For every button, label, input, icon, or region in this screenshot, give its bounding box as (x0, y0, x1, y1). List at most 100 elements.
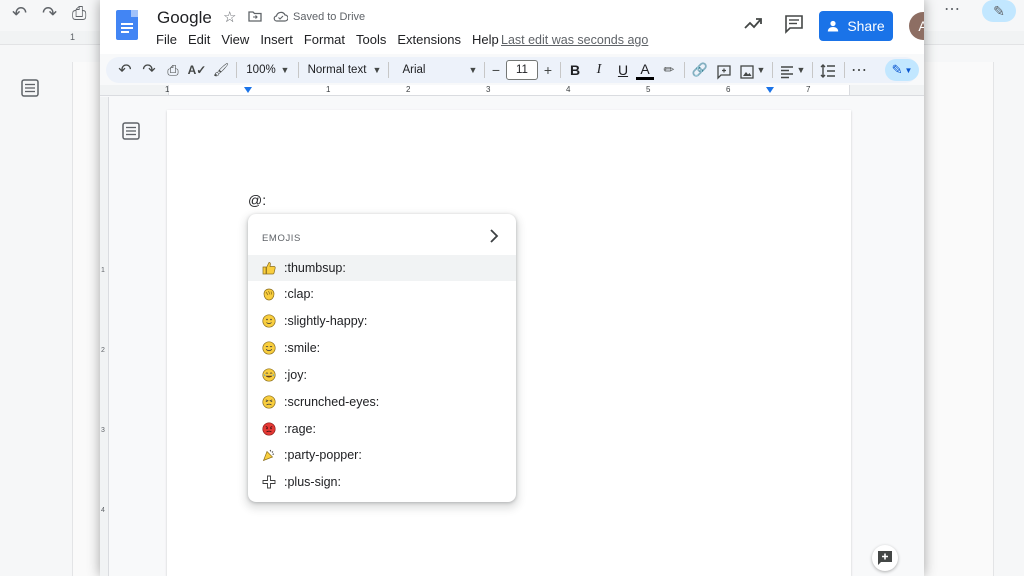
add-comment-icon[interactable] (717, 63, 731, 81)
style-dropdown-icon[interactable]: ▼ (372, 61, 382, 79)
scrunched-eyes-icon (262, 395, 276, 409)
insert-link-icon[interactable]: 🔗 (690, 61, 710, 79)
emoji-option-thumbsup[interactable]: :thumbsup: (248, 255, 516, 281)
emoji-option-joy[interactable]: :joy: (248, 362, 516, 388)
bold-button[interactable]: B (566, 61, 584, 79)
document-title[interactable]: Google (157, 8, 212, 28)
menu-edit[interactable]: Edit (188, 32, 210, 47)
text-color-button[interactable]: A (636, 60, 654, 80)
emoji-label: :slightly-happy: (284, 314, 368, 328)
outline-icon (21, 79, 39, 97)
right-indent-marker[interactable] (766, 87, 774, 93)
vertical-ruler-number: 3 (101, 427, 105, 434)
toolbar-divider (484, 62, 485, 78)
print-icon: ⎙ (72, 3, 87, 23)
clap-icon (263, 288, 275, 301)
toolbar-divider (844, 62, 845, 78)
emoji-label: :joy: (284, 368, 307, 382)
vertical-ruler: 1 2 3 4 (100, 97, 109, 576)
emoji-option-scrunched-eyes[interactable]: :scrunched-eyes: (248, 389, 516, 415)
toolbar-divider (236, 62, 237, 78)
background-page (924, 62, 994, 576)
menu-tools[interactable]: Tools (356, 32, 386, 47)
add-comment-icon (878, 551, 892, 565)
toolbar-divider (684, 62, 685, 78)
emoji-option-rage[interactable]: :rage: (248, 416, 516, 442)
toolbar-divider (560, 62, 561, 78)
toolbar-divider (812, 62, 813, 78)
emoji-option-slightly-happy[interactable]: :slightly-happy: (248, 308, 516, 334)
emoji-label: :plus-sign: (284, 475, 341, 489)
vertical-ruler-number: 1 (101, 267, 105, 274)
docs-window: Google ☆ Saved to Drive File Edit View I… (100, 0, 924, 576)
chevron-down-icon: ▼ (904, 65, 913, 75)
align-dropdown-icon[interactable]: ▼ (796, 61, 806, 79)
move-folder-icon[interactable] (248, 10, 262, 22)
formatting-toolbar: ↶ ↷ ⎙ A✓ 🖌 100% ▼ Normal text ▼ Arial ▼ … (106, 57, 919, 83)
vertical-ruler-number: 2 (101, 347, 105, 354)
cloud-saved-icon (273, 11, 288, 22)
menu-insert[interactable]: Insert (260, 32, 293, 47)
person-add-icon (828, 20, 839, 32)
joy-icon (262, 368, 276, 382)
print-icon[interactable]: ⎙ (164, 61, 182, 79)
document-page[interactable]: @: EMOJIS :thumbsup: :clap::slightly-ha… (167, 110, 851, 576)
more-options-button[interactable]: ⋯ (850, 61, 868, 79)
highlight-color-icon[interactable]: ✏ (660, 61, 678, 79)
font-dropdown-icon[interactable]: ▼ (468, 61, 478, 79)
emoji-option-party-popper[interactable]: :party-popper: (248, 442, 516, 468)
redo-icon[interactable]: ↷ (140, 61, 158, 79)
menu-extensions[interactable]: Extensions (397, 32, 461, 47)
menu-view[interactable]: View (221, 32, 249, 47)
paint-format-icon[interactable]: 🖌 (212, 61, 230, 79)
font-select[interactable]: Arial (396, 61, 432, 79)
ruler-number: 1 (165, 85, 170, 94)
emoji-option-plus-sign[interactable]: :plus-sign: (248, 469, 516, 495)
font-size-input[interactable]: 11 (506, 60, 538, 80)
star-icon[interactable]: ☆ (223, 8, 236, 26)
menu-bar: File Edit View Insert Format Tools Exten… (156, 32, 510, 47)
style-select[interactable]: Normal text (306, 61, 368, 79)
smile-icon (262, 341, 276, 355)
toolbar-divider (298, 62, 299, 78)
emoji-option-clap[interactable]: :clap: (248, 281, 516, 307)
emoji-option-smile[interactable]: :smile: (248, 335, 516, 361)
menu-help[interactable]: Help (472, 32, 499, 47)
zoom-value[interactable]: 100% (246, 61, 276, 79)
ruler-number: 1 (326, 85, 331, 94)
ruler-number: 3 (486, 85, 491, 94)
image-dropdown-icon[interactable]: ▼ (756, 61, 766, 79)
chevron-right-icon[interactable] (484, 226, 504, 246)
background-ruler-number: 1 (70, 32, 76, 42)
vertical-ruler-number: 4 (101, 507, 105, 514)
italic-button[interactable]: I (590, 61, 608, 79)
more-icon: ⋯ (944, 1, 960, 18)
decrease-font-size-icon[interactable]: − (490, 61, 502, 79)
document-outline-icon[interactable] (120, 120, 142, 142)
menu-file[interactable]: File (156, 32, 177, 47)
undo-icon[interactable]: ↶ (116, 61, 134, 79)
last-edit-link[interactable]: Last edit was seconds ago (501, 33, 648, 47)
plus-sign-icon (262, 475, 276, 489)
line-spacing-icon[interactable] (820, 62, 836, 80)
left-indent-marker[interactable] (244, 87, 252, 93)
header: Google ☆ Saved to Drive File Edit View I… (100, 0, 924, 54)
share-button[interactable]: Share (819, 11, 893, 41)
underline-button[interactable]: U (614, 61, 632, 79)
docs-logo-icon[interactable] (116, 10, 138, 40)
align-left-icon[interactable] (780, 63, 794, 81)
add-comment-button[interactable] (872, 545, 898, 571)
avatar[interactable]: A (909, 12, 924, 40)
editing-mode-button[interactable]: ✎ ▼ (885, 59, 919, 81)
comment-history-icon[interactable] (784, 14, 804, 34)
increase-font-size-icon[interactable]: + (542, 61, 554, 79)
typed-text[interactable]: @: (248, 192, 266, 208)
edit-mode-icon: ✎ (982, 0, 1016, 22)
zoom-dropdown-icon[interactable]: ▼ (280, 61, 290, 79)
emoji-label: :clap: (284, 287, 314, 301)
insert-image-icon[interactable] (740, 63, 754, 81)
menu-format[interactable]: Format (304, 32, 345, 47)
activity-trend-icon[interactable] (743, 13, 763, 33)
ruler-number: 2 (406, 85, 411, 94)
spellcheck-icon[interactable]: A✓ (188, 61, 207, 79)
